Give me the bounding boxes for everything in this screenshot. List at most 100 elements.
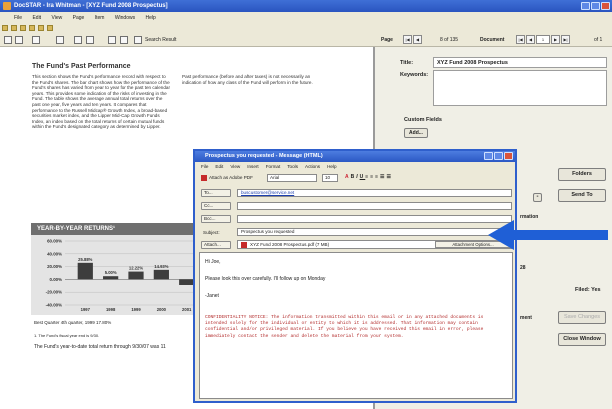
title-field[interactable]: XYZ Fund 2008 Prospectus [433,57,607,68]
search-icon[interactable] [134,36,142,44]
close-icon[interactable] [601,2,610,10]
to-field[interactable]: buscustomer@service.net [237,189,512,197]
menu-bar: File Edit View Page Item Windows Help [0,12,612,23]
page-count: 8 of 135 [440,37,459,43]
menu-windows[interactable]: Windows [115,15,135,21]
app-title: DocSTAR - Ira Whitman - [XYZ Fund 2008 P… [14,3,168,9]
email-maximize-icon[interactable] [494,152,503,160]
keywords-field[interactable] [433,70,607,106]
subject-field[interactable]: Prospectus you requested [237,228,512,236]
page-label: Page [381,37,393,43]
email-menu-view[interactable]: View [230,164,240,169]
email-icon[interactable] [108,36,116,44]
cc-button[interactable]: Cc... [201,202,231,210]
email-menu-edit[interactable]: Edit [215,164,223,169]
menu-help[interactable]: Help [146,15,156,21]
y-tick-label: -40.00% [46,303,62,308]
font-select[interactable]: Arial [267,174,317,182]
font-size-select[interactable]: 10 [322,174,338,182]
document-label: Document [480,37,505,43]
last-doc-icon[interactable]: ▶| [561,35,570,44]
document-toolbar: Search Result Page |◀ ◀ 8 of 135 Document… [0,33,612,47]
add-field-button[interactable]: Add... [404,128,428,138]
open-icon[interactable] [20,25,26,31]
minimize-icon[interactable] [581,2,590,10]
document-label-partial: ment [520,315,532,321]
print-doc-icon[interactable] [120,36,128,44]
page-view-icon[interactable] [86,36,94,44]
close-window-button[interactable]: Close Window [558,333,606,346]
menu-edit[interactable]: Edit [32,15,41,21]
thumbnails-icon[interactable] [74,36,82,44]
forward-icon[interactable] [11,25,17,31]
filed-status: Filed: Yes [575,287,601,293]
search-result-label[interactable]: Search Result [145,37,176,43]
email-menu-bar: File Edit View Insert Format Tools Actions Help [201,164,344,169]
document-column-left: This section shows the Fund's performanc… [32,74,170,130]
y-tick-label: -20.00% [46,290,62,295]
refresh-icon[interactable] [47,25,53,31]
email-menu-insert[interactable]: Insert [247,164,259,169]
document-navigation: |◀ ◀ 1 ▶ ▶| [516,35,571,44]
email-close-icon[interactable] [504,152,513,160]
bcc-field[interactable] [237,215,512,223]
email-signature: -Janet [205,293,219,299]
y-tick-label: 40.00% [47,251,62,256]
menu-file[interactable]: File [14,15,22,21]
doc-count: of 1 [594,37,603,43]
email-message-line: Please look this over carefully. I'll fo… [205,276,326,282]
x-tick-label: 2000 [157,307,167,312]
email-greeting: Hi Joe, [205,259,221,265]
attach-button[interactable]: Attach... [201,241,231,249]
pointer-arrow-icon [488,220,608,250]
quick-toolbar [0,23,612,33]
zoom-icon[interactable] [56,36,64,44]
email-menu-help[interactable]: Help [327,164,336,169]
menu-view[interactable]: View [51,15,62,21]
x-tick-label: 1999 [131,307,141,312]
send-to-button[interactable]: Send To [558,189,606,202]
x-tick-label: 1998 [106,307,116,312]
save-icon[interactable] [29,25,35,31]
chart-title: YEAR-BY-YEAR RETURNS¹ [31,223,211,235]
to-button[interactable]: To... [201,189,231,197]
numbering-icon[interactable]: ☰ [387,174,393,180]
page-navigation: |◀ ◀ [403,35,423,44]
delete-icon[interactable] [15,36,23,44]
custom-fields-heading: Custom Fields [404,117,442,123]
cc-field[interactable] [237,202,512,210]
menu-item[interactable]: Item [95,15,105,21]
document-heading: The Fund's Past Performance [32,63,131,70]
folders-button[interactable]: Folders [558,168,606,181]
maximize-icon[interactable] [591,2,600,10]
first-page-icon[interactable]: |◀ [403,35,412,44]
email-menu-actions[interactable]: Actions [305,164,320,169]
bcc-button[interactable]: Bcc... [201,215,231,223]
attach-as-pdf-button[interactable]: Attach as Adobe PDF [201,175,253,181]
doc-number-field[interactable]: 1 [536,35,550,44]
y-tick-label: 60.00% [47,239,62,244]
fit-icon[interactable] [4,36,12,44]
format-toolbar: ABIU≡≡≡☰☰ [345,174,393,180]
email-menu-file[interactable]: File [201,164,208,169]
y-tick-label: 20.00% [47,264,62,269]
email-minimize-icon[interactable] [484,152,493,160]
first-doc-icon[interactable]: |◀ [516,35,525,44]
email-menu-format[interactable]: Format [266,164,281,169]
print-icon[interactable] [38,25,44,31]
bar-value-label: 14.93% [154,264,168,269]
remove-button[interactable]: - [533,193,542,202]
back-icon[interactable] [2,25,8,31]
app-logo-icon [3,2,11,10]
chart-bar [128,271,144,280]
save-changes-button[interactable]: Save Changes [558,311,606,324]
chart-bar [77,262,93,280]
rotate-icon[interactable] [32,36,40,44]
prev-page-icon[interactable]: ◀ [413,35,422,44]
document-column-right: Past performance (before and after taxes… [182,74,313,85]
subject-label: Subject: [203,230,220,235]
email-menu-tools[interactable]: Tools [287,164,298,169]
menu-page[interactable]: Page [73,15,85,21]
prev-doc-icon[interactable]: ◀ [526,35,535,44]
next-doc-icon[interactable]: ▶ [551,35,560,44]
